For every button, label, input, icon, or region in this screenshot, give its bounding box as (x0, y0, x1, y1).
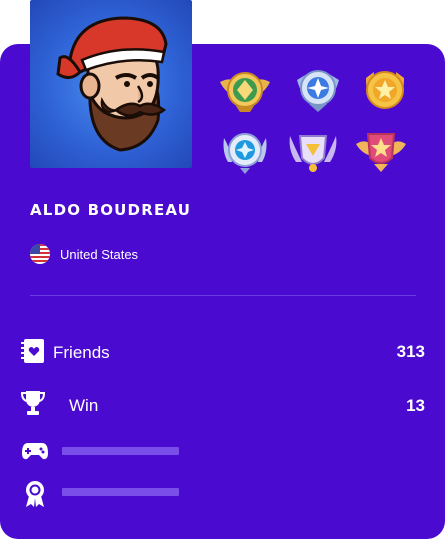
friends-value: 313 (396, 342, 425, 361)
gamepad-icon (21, 440, 48, 466)
us-flag-icon (30, 244, 50, 264)
profile-name: ALDO BOUDREAU (30, 201, 192, 219)
loading-placeholder-bar (62, 488, 179, 496)
win-value: 13 (406, 396, 425, 415)
blue-crystal-orb-badge[interactable] (218, 128, 272, 176)
avatar (30, 0, 192, 168)
gold-gem-crest-badge[interactable] (286, 128, 340, 176)
trophy-icon (20, 389, 46, 415)
award-ribbon-icon (23, 480, 49, 507)
country-row: United States (30, 244, 138, 264)
bearded-man-cap-illustration (56, 16, 168, 152)
badge-grid (216, 68, 416, 176)
friends-book-icon (20, 338, 46, 364)
divider (30, 295, 416, 296)
friends-label: Friends (53, 343, 110, 362)
country-label: United States (60, 246, 139, 262)
loading-placeholder-bar (62, 447, 179, 455)
gold-star-winged-crest-badge[interactable] (354, 128, 408, 176)
green-diamond-wing-badge[interactable] (218, 68, 272, 116)
gold-star-medal-badge[interactable] (358, 68, 412, 116)
win-label: Win (69, 396, 99, 415)
blue-star-shield-badge[interactable] (291, 68, 345, 116)
